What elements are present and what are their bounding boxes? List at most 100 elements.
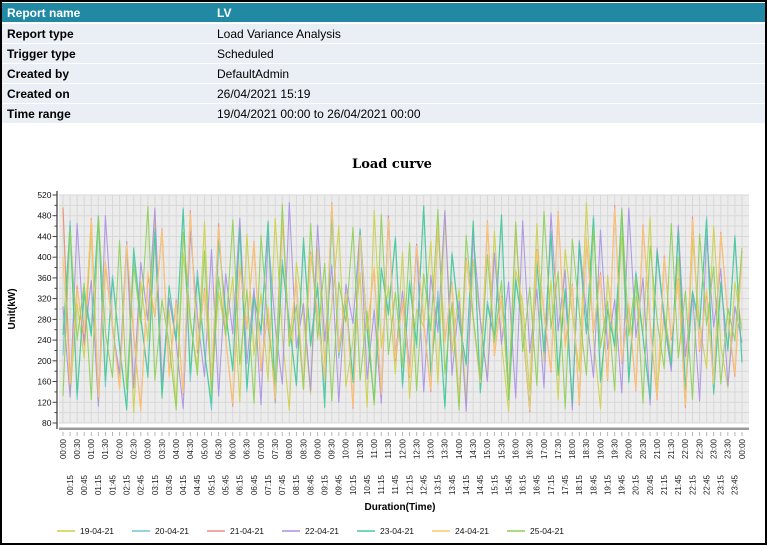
x-tick-label: 00:15	[66, 474, 75, 495]
legend-label-21-04-21: 21-04-21	[230, 526, 264, 536]
legend-label-25-04-21: 25-04-21	[530, 526, 564, 536]
x-tick-label: 15:30	[497, 438, 506, 459]
x-tick-label: 10:00	[342, 438, 351, 459]
report-name-value: LV	[212, 3, 765, 23]
y-tick-label: 120	[37, 397, 51, 407]
x-tick-label: 05:00	[200, 438, 209, 459]
x-tick-label: 03:30	[158, 438, 167, 459]
y-tick-label: 440	[37, 232, 51, 242]
x-tick-label: 18:00	[568, 438, 577, 459]
y-tick-label: 200	[37, 356, 51, 366]
x-tick-label: 19:00	[596, 438, 605, 459]
x-tick-label: 08:15	[292, 474, 301, 495]
x-tick-label: 12:15	[405, 474, 414, 495]
x-tick-label: 14:00	[455, 438, 464, 459]
x-tick-label: 00:30	[73, 438, 82, 459]
created-on-value: 26/04/2021 15:19	[212, 84, 765, 104]
x-tick-label: 04:15	[179, 474, 188, 495]
y-axis-title: Unit(kW)	[7, 288, 18, 329]
x-tick-label: 06:30	[243, 438, 252, 459]
x-tick-label: 08:30	[299, 438, 308, 459]
x-tick-label: 20:45	[646, 474, 655, 495]
report-page: Report name LV Report type Load Variance…	[0, 0, 767, 545]
x-tick-label: 22:30	[695, 438, 704, 459]
x-tick-label: 21:30	[667, 438, 676, 459]
x-tick-label: 17:30	[554, 438, 563, 459]
x-tick-label: 01:15	[94, 474, 103, 495]
x-tick-label: 16:30	[526, 438, 535, 459]
x-tick-label: 10:30	[356, 438, 365, 459]
x-tick-label: 07:15	[264, 474, 273, 495]
x-tick-label: 23:15	[717, 474, 726, 495]
x-tick-label: 05:15	[207, 474, 216, 495]
x-tick-label: 09:00	[313, 438, 322, 459]
x-tick-label: 13:45	[448, 474, 457, 495]
trigger-type-label: Trigger type	[2, 44, 212, 64]
x-axis-title: Duration(Time)	[365, 502, 436, 513]
legend-label-20-04-21: 20-04-21	[155, 526, 189, 536]
x-tick-label: 15:00	[483, 438, 492, 459]
x-tick-label: 01:30	[101, 438, 110, 459]
x-tick-label: 20:30	[639, 438, 648, 459]
x-tick-label: 19:45	[618, 474, 627, 495]
x-tick-label: 02:30	[130, 438, 139, 459]
legend-label-19-04-21: 19-04-21	[80, 526, 114, 536]
table-row: Report type Load Variance Analysis	[2, 23, 765, 44]
x-tick-label: 06:15	[236, 474, 245, 495]
x-tick-label: 09:45	[335, 474, 344, 495]
x-tick-label: 06:45	[250, 474, 259, 495]
x-tick-label: 07:45	[278, 474, 287, 495]
x-tick-label: 04:45	[193, 474, 202, 495]
time-range-label: Time range	[2, 104, 212, 124]
x-tick-label: 16:45	[533, 474, 542, 495]
x-tick-label: 08:45	[306, 474, 315, 495]
x-tick-label: 23:30	[724, 438, 733, 459]
y-tick-label: 160	[37, 377, 51, 387]
x-tick-label: 03:45	[165, 474, 174, 495]
x-tick-label: 03:00	[144, 438, 153, 459]
x-tick-label: 14:30	[469, 438, 478, 459]
y-tick-label: 360	[37, 273, 51, 283]
x-tick-label: 20:00	[625, 438, 634, 459]
y-tick-label: 280	[37, 314, 51, 324]
x-tick-label: 07:00	[257, 438, 266, 459]
x-axis	[59, 428, 749, 431]
report-table: Report name LV Report type Load Variance…	[2, 3, 765, 124]
x-tick-label: 06:00	[229, 438, 238, 459]
x-tick-label: 18:45	[589, 474, 598, 495]
report-name-label: Report name	[2, 3, 212, 23]
x-tick-label: 10:45	[363, 474, 372, 495]
x-tick-label: 12:00	[398, 438, 407, 459]
y-tick-label: 480	[37, 211, 51, 221]
x-tick-label: 21:45	[674, 474, 683, 495]
x-tick-label: 22:15	[688, 474, 697, 495]
y-tick-label: 400	[37, 252, 51, 262]
x-tick-label: 11:00	[370, 438, 379, 458]
x-tick-label: 11:30	[384, 438, 393, 458]
x-tick-label: 17:00	[540, 438, 549, 459]
x-tick-label: 00:00	[738, 438, 747, 459]
x-tick-label: 18:30	[582, 438, 591, 459]
x-tick-label: 07:30	[271, 438, 280, 459]
x-tick-label: 14:15	[462, 474, 471, 495]
report-type-label: Report type	[2, 23, 212, 44]
x-tick-label: 13:15	[434, 474, 443, 495]
x-tick-label: 08:00	[285, 438, 294, 459]
x-tick-label: 20:15	[632, 474, 641, 495]
x-tick-label: 23:45	[731, 474, 740, 495]
x-tick-label: 16:15	[519, 474, 528, 495]
legend-label-24-04-21: 24-04-21	[455, 526, 489, 536]
x-tick-label: 23:00	[710, 438, 719, 459]
x-tick-label: 00:00	[59, 438, 68, 459]
time-range-value: 19/04/2021 00:00 to 26/04/2021 00:00	[212, 104, 765, 124]
table-row: Created by DefaultAdmin	[2, 64, 765, 84]
table-row: Trigger type Scheduled	[2, 44, 765, 64]
report-type-value: Load Variance Analysis	[212, 23, 765, 44]
x-tick-label: 01:45	[108, 474, 117, 495]
trigger-type-value: Scheduled	[212, 44, 765, 64]
x-tick-label: 11:45	[391, 474, 400, 494]
load-curve-chart: Load curve801201602002402803203604004404…	[2, 144, 765, 545]
y-tick-label: 80	[42, 418, 52, 428]
x-tick-label: 19:30	[610, 438, 619, 459]
table-row: Time range 19/04/2021 00:00 to 26/04/202…	[2, 104, 765, 124]
